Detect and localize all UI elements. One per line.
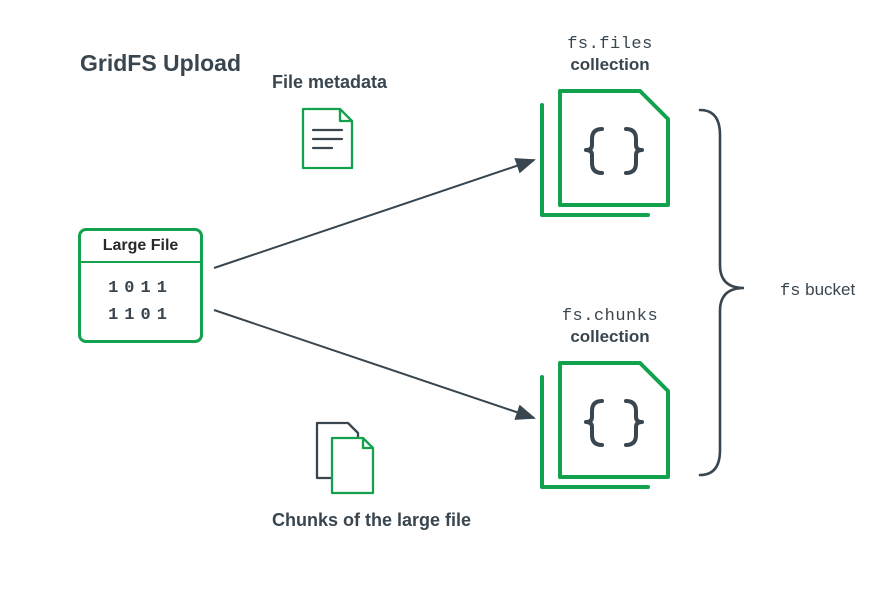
diagram-graphics bbox=[0, 0, 886, 599]
document-icon bbox=[303, 109, 352, 168]
arrow-to-chunks bbox=[214, 310, 534, 418]
brace-icon bbox=[700, 110, 744, 475]
chunks-collection-icon bbox=[542, 363, 668, 487]
files-collection-icon bbox=[542, 91, 668, 215]
arrow-to-files bbox=[214, 160, 534, 268]
chunks-icon bbox=[317, 423, 373, 493]
